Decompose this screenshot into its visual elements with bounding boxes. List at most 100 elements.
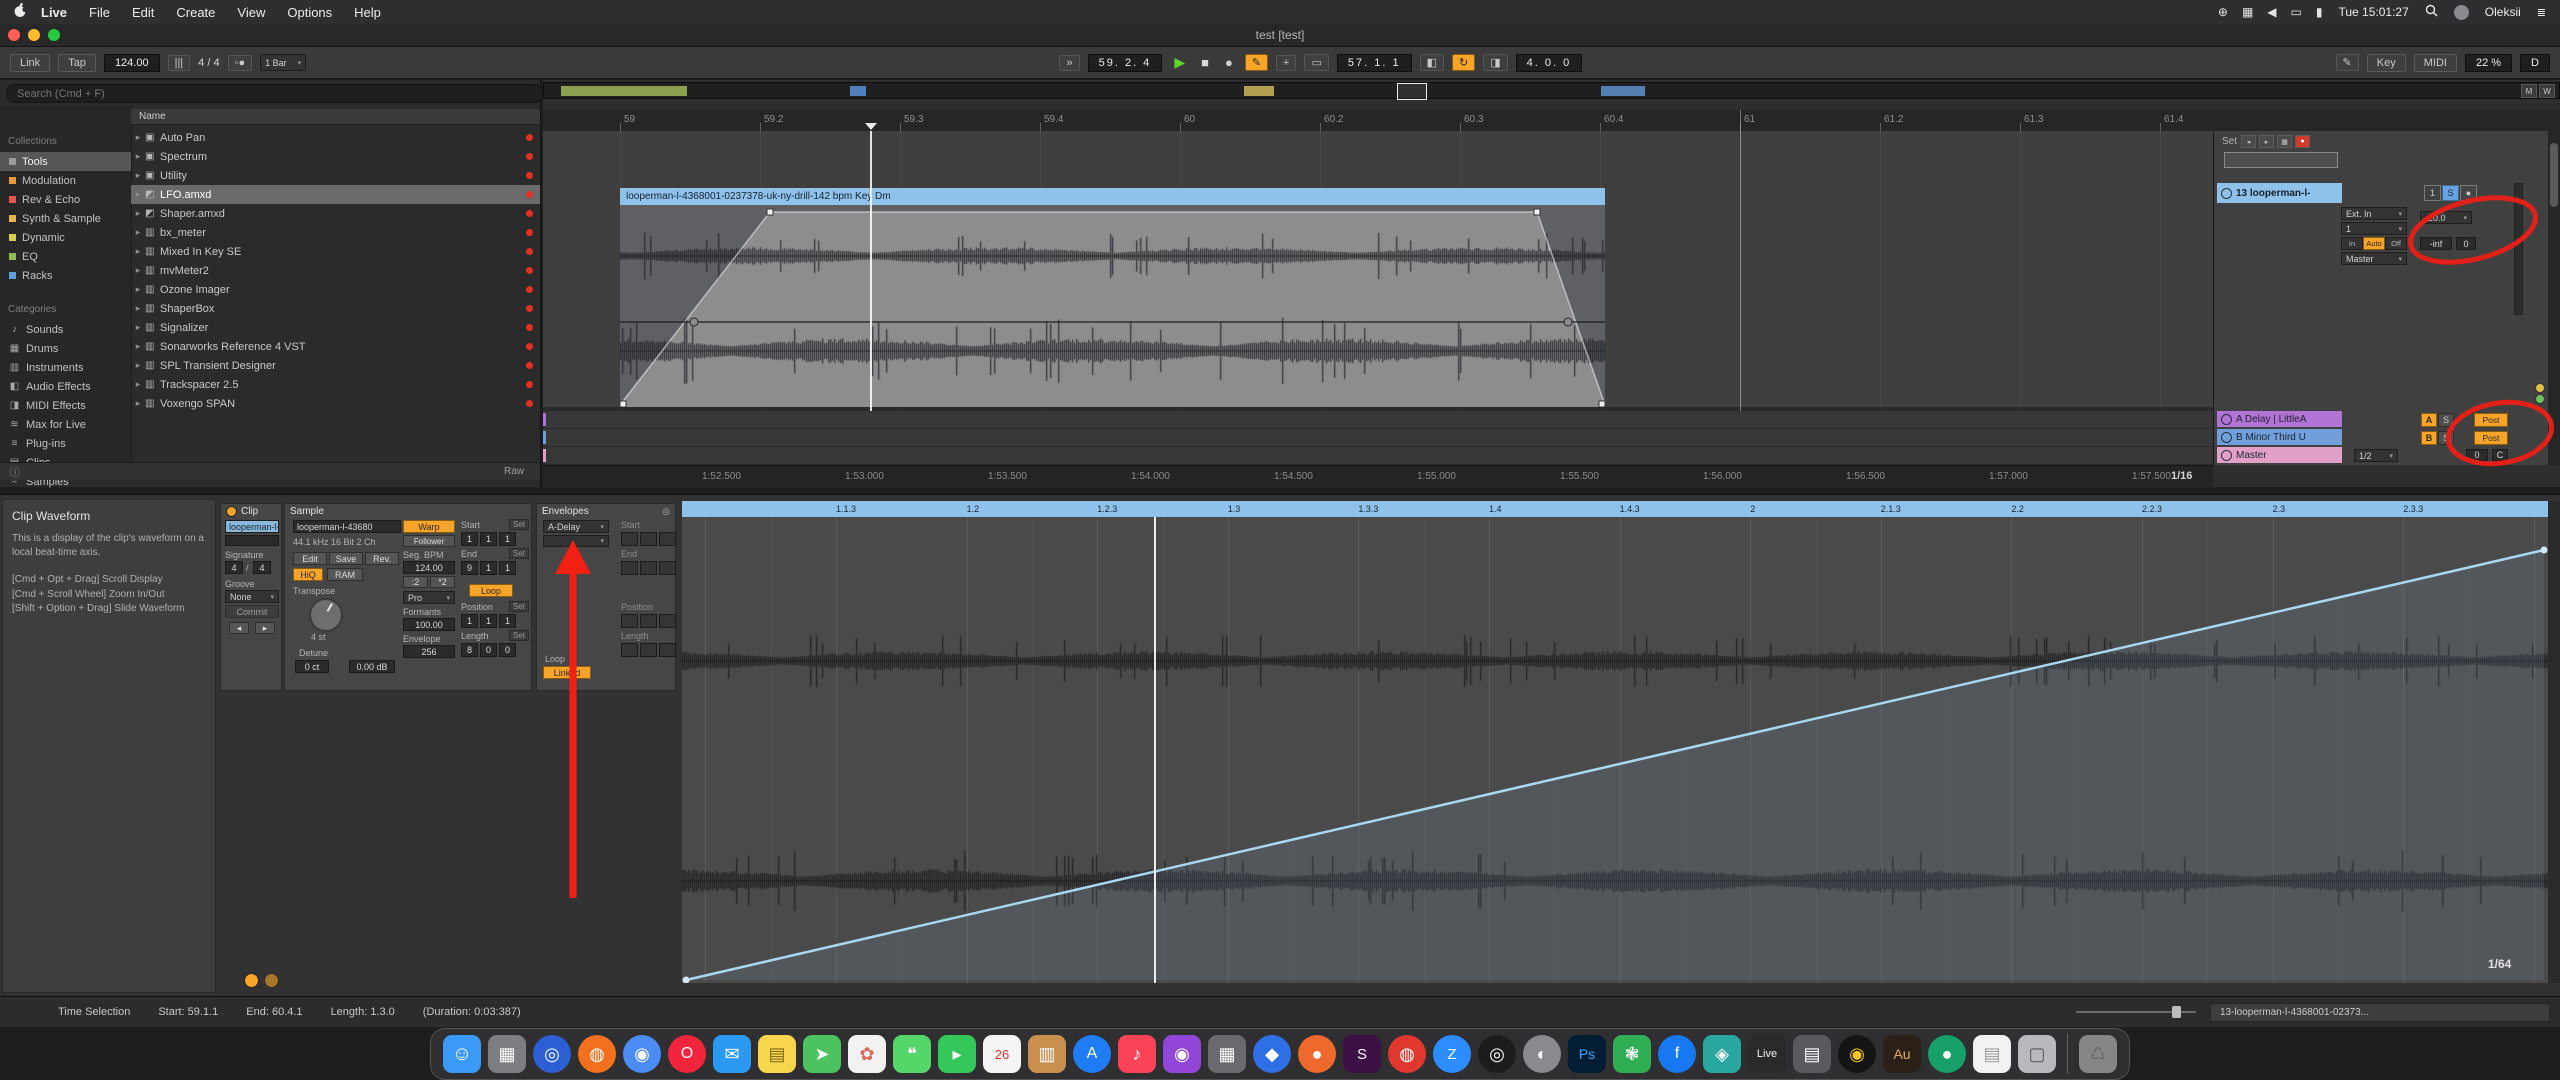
envelope-device-chooser[interactable]: A-Delay <box>543 520 609 533</box>
disclosure-triangle-icon[interactable]: ▸ <box>131 341 145 352</box>
loop-button[interactable]: Loop <box>469 584 513 597</box>
play-button[interactable]: ▶ <box>1170 54 1189 71</box>
track-activator-button[interactable]: 1 <box>2424 185 2441 201</box>
hiq-button[interactable]: HiQ <box>293 568 323 581</box>
sidebar-item-eq[interactable]: EQ <box>0 247 131 266</box>
loop-start-display[interactable]: 57. 1. 1 <box>1337 54 1412 72</box>
disclosure-triangle-icon[interactable]: ▸ <box>131 227 145 238</box>
dock-notes[interactable]: ▤ <box>758 1035 796 1073</box>
dock-app-store[interactable]: A <box>1073 1035 1111 1073</box>
sidebar-item-dynamic[interactable]: Dynamic <box>0 228 131 247</box>
mixer-section-toggle-m[interactable]: M <box>2521 84 2537 98</box>
browser-item-voxengo-span[interactable]: ▸▥Voxengo SPAN <box>131 394 540 413</box>
key-map-button[interactable]: Key <box>2367 54 2406 72</box>
tempo-field[interactable]: 124.00 <box>104 54 160 72</box>
browser-item-mvmeter2[interactable]: ▸▥mvMeter2 <box>131 261 540 280</box>
length-beats-field[interactable]: 0 <box>480 643 497 657</box>
sidebar-item-plug-ins[interactable]: ≡Plug-ins <box>0 434 131 453</box>
clip-end-handle[interactable] <box>1599 401 1605 407</box>
seconds-time-ruler[interactable]: 1/16 1:52.5001:53.0001:53.5001:54.0001:5… <box>543 465 2213 488</box>
browser-item-trackspacer-2-5[interactable]: ▸▥Trackspacer 2.5 <box>131 375 540 394</box>
punch-in-icon[interactable]: ◧ <box>1420 54 1444 71</box>
solo-button[interactable]: S <box>2442 185 2459 201</box>
input-type-chooser[interactable]: Ext. In <box>2341 207 2407 220</box>
formants-field[interactable]: 100.00 <box>403 618 455 631</box>
spotlight-search-icon[interactable] <box>2425 4 2438 20</box>
arrangement-position-display[interactable]: 59. 2. 4 <box>1088 54 1163 72</box>
set-nav-icon[interactable]: ◂ <box>2241 135 2256 148</box>
start-sixteenths-field[interactable]: 1 <box>499 532 516 546</box>
loop-switch-icon[interactable]: ↻ <box>1452 54 1475 71</box>
reverse-button[interactable]: Rev. <box>365 552 399 565</box>
panel-overview-box[interactable] <box>2224 152 2338 168</box>
punch-out-icon[interactable]: ◨ <box>1483 54 1507 71</box>
dock-podcasts[interactable]: ◉ <box>1163 1035 1201 1073</box>
dock-messenger[interactable]: f <box>1658 1035 1696 1073</box>
follow-icon[interactable]: » <box>1059 55 1079 71</box>
dock-red-utility[interactable]: ◍ <box>1388 1035 1426 1073</box>
linked-button[interactable]: Linked <box>543 666 591 679</box>
mixer-section-toggle-w[interactable]: W <box>2539 84 2555 98</box>
end-bars-field[interactable]: 9 <box>461 561 478 575</box>
start-beats-field[interactable]: 1 <box>480 532 497 546</box>
position-beats-field[interactable]: 1 <box>480 614 497 628</box>
dock-firefox[interactable]: ◍ <box>578 1035 616 1073</box>
disclosure-triangle-icon[interactable]: ▸ <box>131 303 145 314</box>
envelope-parameter-chooser[interactable] <box>543 535 609 547</box>
set-end-button[interactable]: Set <box>509 548 529 559</box>
dock-books[interactable]: ▥ <box>1028 1035 1066 1073</box>
return-lane[interactable] <box>543 411 2213 429</box>
arrangement-scrollbar[interactable] <box>2548 131 2560 465</box>
overdub-icon[interactable]: + <box>1276 55 1296 71</box>
menu-create[interactable]: Create <box>176 5 215 20</box>
dock-safari[interactable]: ◎ <box>533 1035 571 1073</box>
dock-zoom[interactable]: Z <box>1433 1035 1471 1073</box>
dock-audition[interactable]: Au <box>1883 1035 1921 1073</box>
warp-mode-chooser[interactable]: Pro <box>403 591 455 604</box>
dock-photoshop[interactable]: Ps <box>1568 1035 1606 1073</box>
clip-gain-field[interactable]: 0.00 dB <box>349 660 395 673</box>
draw-mode-icon[interactable]: ✎ <box>1245 54 1268 71</box>
menu-help[interactable]: Help <box>354 5 381 20</box>
monitor-in[interactable]: In <box>2341 237 2363 250</box>
beat-time-ruler[interactable]: 5959.259.359.46060.260.360.46161.261.361… <box>543 110 2560 132</box>
double-tempo-button[interactable]: *2 <box>430 576 455 588</box>
envelopes-box-toggle[interactable] <box>264 973 279 988</box>
menubar-user-name[interactable]: Oleksii <box>2485 5 2521 19</box>
sidebar-item-max-for-live[interactable]: ≋Max for Live <box>0 415 131 434</box>
dock-textedit[interactable]: ▤ <box>1973 1035 2011 1073</box>
browser-item-signalizer[interactable]: ▸▥Signalizer <box>131 318 540 337</box>
time-signature-field[interactable]: 4 / 4 <box>198 57 219 69</box>
sidebar-item-midi-effects[interactable]: ◨MIDI Effects <box>0 396 131 415</box>
sidebar-item-modulation[interactable]: Modulation <box>0 171 131 190</box>
dock-launchpad[interactable]: ▦ <box>488 1035 526 1073</box>
clip-name-field[interactable]: looperman-l- <box>225 520 279 533</box>
groove-chooser[interactable]: None <box>225 590 279 603</box>
monitor-off[interactable]: Off <box>2385 237 2407 250</box>
return-lane[interactable] <box>543 447 2213 465</box>
disclosure-triangle-icon[interactable]: ▸ <box>131 189 145 200</box>
info-icon[interactable]: ⓘ <box>10 464 20 479</box>
raw-label[interactable]: Raw <box>504 466 524 477</box>
dock-gray-keyboard[interactable]: ▤ <box>1793 1035 1831 1073</box>
input-channel-chooser[interactable]: 1 <box>2341 222 2407 235</box>
track-lanes[interactable]: looperman-l-4368001-0237378-uk-ny-drill-… <box>543 131 2213 465</box>
menu-options[interactable]: Options <box>287 5 332 20</box>
dock-finder[interactable]: ☺ <box>443 1035 481 1073</box>
browser-item-utility[interactable]: ▸▣Utility <box>131 166 540 185</box>
envelope-breakpoint[interactable] <box>2541 547 2548 554</box>
envelope-field[interactable]: 256 <box>403 645 455 658</box>
dock-obs[interactable]: ◎ <box>1478 1035 1516 1073</box>
transpose-value[interactable]: 4 st <box>311 632 326 642</box>
clip-start-handle[interactable] <box>620 401 626 407</box>
dock-chrome[interactable]: ◉ <box>623 1035 661 1073</box>
menu-view[interactable]: View <box>237 5 265 20</box>
start-bars-field[interactable]: 1 <box>461 532 478 546</box>
commit-button[interactable]: Commit <box>225 605 279 618</box>
clip-color-field[interactable] <box>225 535 279 546</box>
dock-orange-utility[interactable]: ● <box>1298 1035 1336 1073</box>
disclosure-triangle-icon[interactable]: ▸ <box>131 284 145 295</box>
fade-out-handle[interactable] <box>1534 209 1540 215</box>
master-pan-field[interactable]: C <box>2492 449 2508 461</box>
set-nav-icon[interactable]: ▸ <box>2259 135 2274 148</box>
